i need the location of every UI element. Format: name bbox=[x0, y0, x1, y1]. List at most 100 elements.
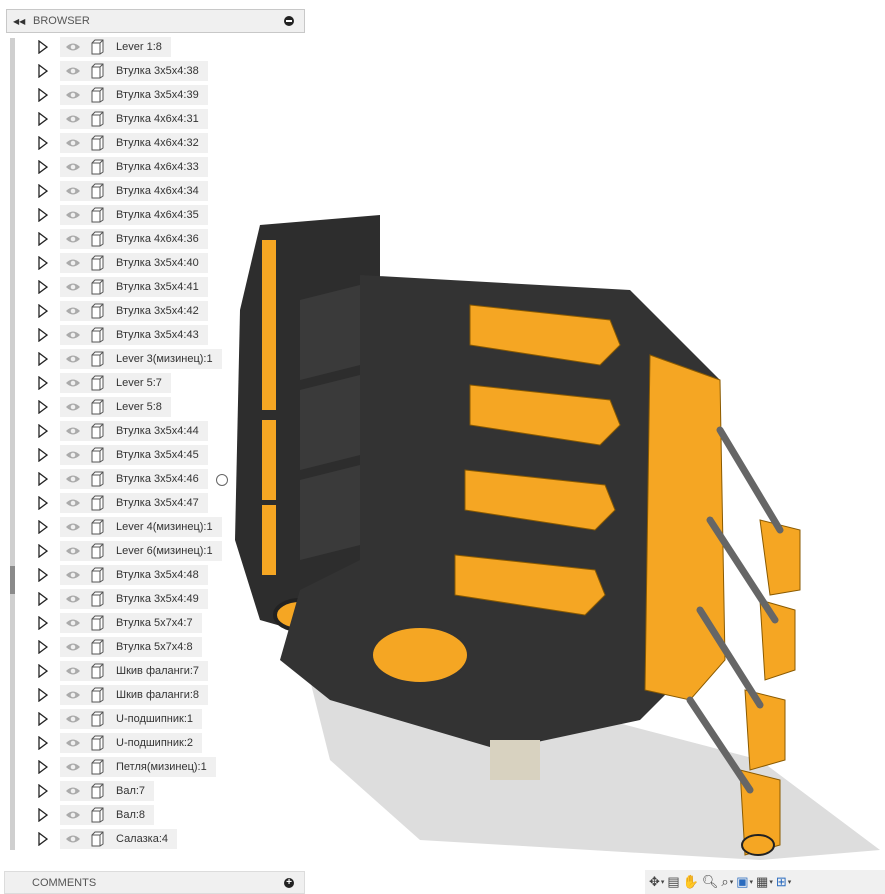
visibility-eye-icon[interactable] bbox=[60, 306, 86, 316]
visibility-eye-icon[interactable] bbox=[60, 378, 86, 388]
expand-arrow-icon[interactable] bbox=[38, 301, 52, 321]
scrollbar-track[interactable] bbox=[10, 38, 15, 850]
browser-item-pill[interactable]: Втулка 3x5x4:43 bbox=[60, 325, 208, 345]
expand-arrow-icon[interactable] bbox=[38, 373, 52, 393]
browser-item-pill[interactable]: Lever 6(мизинец):1 bbox=[60, 541, 222, 561]
browser-item[interactable]: Lever 4(мизинец):1 bbox=[38, 517, 222, 537]
browser-item-pill[interactable]: Втулка 3x5x4:46 bbox=[60, 469, 208, 489]
visibility-eye-icon[interactable] bbox=[60, 714, 86, 724]
pan-icon[interactable]: ✋ bbox=[683, 874, 699, 890]
activate-component-radio[interactable] bbox=[216, 474, 228, 486]
browser-item[interactable]: Втулка 4x6x4:31 bbox=[38, 109, 208, 129]
browser-item[interactable]: Lever 1:8 bbox=[38, 37, 171, 57]
expand-arrow-icon[interactable] bbox=[38, 733, 52, 753]
browser-item-pill[interactable]: Lever 3(мизинец):1 bbox=[60, 349, 222, 369]
browser-item-pill[interactable]: Втулка 3x5x4:40 bbox=[60, 253, 208, 273]
browser-item-pill[interactable]: Шкив фаланги:8 bbox=[60, 685, 209, 705]
visibility-eye-icon[interactable] bbox=[60, 282, 86, 292]
browser-item-pill[interactable]: Втулка 3x5x4:42 bbox=[60, 301, 208, 321]
visibility-eye-icon[interactable] bbox=[60, 90, 86, 100]
expand-arrow-icon[interactable] bbox=[38, 445, 52, 465]
browser-item[interactable]: Втулка 3x5x4:40 bbox=[38, 253, 208, 273]
browser-item-pill[interactable]: Втулка 3x5x4:44 bbox=[60, 421, 208, 441]
expand-arrow-icon[interactable] bbox=[38, 709, 52, 729]
collapse-panel-icon[interactable]: ◀◀ bbox=[13, 17, 33, 26]
browser-item[interactable]: Втулка 4x6x4:36 bbox=[38, 229, 208, 249]
expand-arrow-icon[interactable] bbox=[38, 613, 52, 633]
visibility-eye-icon[interactable] bbox=[60, 570, 86, 580]
scrollbar-thumb[interactable] bbox=[10, 566, 15, 594]
browser-item[interactable]: Втулка 3x5x4:48 bbox=[38, 565, 208, 585]
visibility-eye-icon[interactable] bbox=[60, 258, 86, 268]
expand-arrow-icon[interactable] bbox=[38, 805, 52, 825]
browser-item[interactable]: Lever 3(мизинец):1 bbox=[38, 349, 222, 369]
comments-panel-header[interactable]: COMMENTS + bbox=[4, 871, 305, 894]
visibility-eye-icon[interactable] bbox=[60, 402, 86, 412]
browser-item-pill[interactable]: Втулка 4x6x4:31 bbox=[60, 109, 208, 129]
visibility-eye-icon[interactable] bbox=[60, 330, 86, 340]
visibility-eye-icon[interactable] bbox=[60, 450, 86, 460]
browser-item-pill[interactable]: Lever 5:8 bbox=[60, 397, 171, 417]
browser-item[interactable]: Втулка 3x5x4:42 bbox=[38, 301, 208, 321]
browser-item-pill[interactable]: Втулка 5x7x4:8 bbox=[60, 637, 202, 657]
browser-item[interactable]: Втулка 5x7x4:8 bbox=[38, 637, 202, 657]
visibility-eye-icon[interactable] bbox=[60, 186, 86, 196]
add-comment-icon[interactable]: + bbox=[284, 878, 294, 888]
expand-arrow-icon[interactable] bbox=[38, 421, 52, 441]
visibility-eye-icon[interactable] bbox=[60, 498, 86, 508]
visibility-eye-icon[interactable] bbox=[60, 762, 86, 772]
browser-item[interactable]: U-подшипник:2 bbox=[38, 733, 202, 753]
browser-item[interactable]: Втулка 3x5x4:49 bbox=[38, 589, 208, 609]
browser-item-pill[interactable]: Втулка 3x5x4:41 bbox=[60, 277, 208, 297]
expand-arrow-icon[interactable] bbox=[38, 229, 52, 249]
browser-item-pill[interactable]: Втулка 3x5x4:45 bbox=[60, 445, 208, 465]
visibility-eye-icon[interactable] bbox=[60, 42, 86, 52]
browser-item[interactable]: Втулка 4x6x4:32 bbox=[38, 133, 208, 153]
browser-item-pill[interactable]: Втулка 5x7x4:7 bbox=[60, 613, 202, 633]
expand-arrow-icon[interactable] bbox=[38, 61, 52, 81]
browser-item[interactable]: Втулка 3x5x4:39 bbox=[38, 85, 208, 105]
visibility-eye-icon[interactable] bbox=[60, 738, 86, 748]
browser-item[interactable]: U-подшипник:1 bbox=[38, 709, 202, 729]
browser-item-pill[interactable]: Салазка:4 bbox=[60, 829, 177, 849]
browser-item-pill[interactable]: Петля(мизинец):1 bbox=[60, 757, 216, 777]
expand-arrow-icon[interactable] bbox=[38, 157, 52, 177]
browser-item[interactable]: Lever 5:8 bbox=[38, 397, 171, 417]
browser-item[interactable]: Lever 6(мизинец):1 bbox=[38, 541, 222, 561]
fit-icon[interactable]: ⌕ ▾ bbox=[721, 874, 733, 890]
orbit-icon[interactable]: ✥ ▾ bbox=[649, 874, 664, 890]
visibility-eye-icon[interactable] bbox=[60, 786, 86, 796]
expand-arrow-icon[interactable] bbox=[38, 277, 52, 297]
expand-arrow-icon[interactable] bbox=[38, 205, 52, 225]
expand-arrow-icon[interactable] bbox=[38, 349, 52, 369]
browser-panel-header[interactable]: ◀◀ BROWSER bbox=[6, 9, 305, 33]
browser-item[interactable]: Шкив фаланги:8 bbox=[38, 685, 209, 705]
expand-arrow-icon[interactable] bbox=[38, 133, 52, 153]
expand-arrow-icon[interactable] bbox=[38, 781, 52, 801]
visibility-eye-icon[interactable] bbox=[60, 642, 86, 652]
browser-item[interactable]: Втулка 3x5x4:45 bbox=[38, 445, 208, 465]
browser-item-pill[interactable]: U-подшипник:1 bbox=[60, 709, 202, 729]
display-settings-icon[interactable]: ▣ ▾ bbox=[736, 874, 753, 890]
browser-item-pill[interactable]: Втулка 3x5x4:48 bbox=[60, 565, 208, 585]
visibility-eye-icon[interactable] bbox=[60, 210, 86, 220]
zoom-icon[interactable]: 🔍︎ bbox=[702, 874, 719, 890]
visibility-eye-icon[interactable] bbox=[60, 618, 86, 628]
browser-item[interactable]: Петля(мизинец):1 bbox=[38, 757, 216, 777]
browser-item[interactable]: Втулка 4x6x4:34 bbox=[38, 181, 208, 201]
browser-item-pill[interactable]: Шкив фаланги:7 bbox=[60, 661, 209, 681]
browser-item[interactable]: Салазка:4 bbox=[38, 829, 177, 849]
expand-arrow-icon[interactable] bbox=[38, 397, 52, 417]
browser-item[interactable]: Втулка 3x5x4:38 bbox=[38, 61, 208, 81]
expand-arrow-icon[interactable] bbox=[38, 661, 52, 681]
viewports-icon[interactable]: ⊞ ▾ bbox=[776, 874, 791, 890]
browser-item-pill[interactable]: Втулка 3x5x4:38 bbox=[60, 61, 208, 81]
visibility-eye-icon[interactable] bbox=[60, 810, 86, 820]
expand-arrow-icon[interactable] bbox=[38, 829, 52, 849]
visibility-eye-icon[interactable] bbox=[60, 690, 86, 700]
browser-item-pill[interactable]: Lever 5:7 bbox=[60, 373, 171, 393]
expand-arrow-icon[interactable] bbox=[38, 517, 52, 537]
expand-arrow-icon[interactable] bbox=[38, 685, 52, 705]
browser-item-pill[interactable]: Lever 4(мизинец):1 bbox=[60, 517, 222, 537]
browser-item[interactable]: Втулка 3x5x4:41 bbox=[38, 277, 208, 297]
